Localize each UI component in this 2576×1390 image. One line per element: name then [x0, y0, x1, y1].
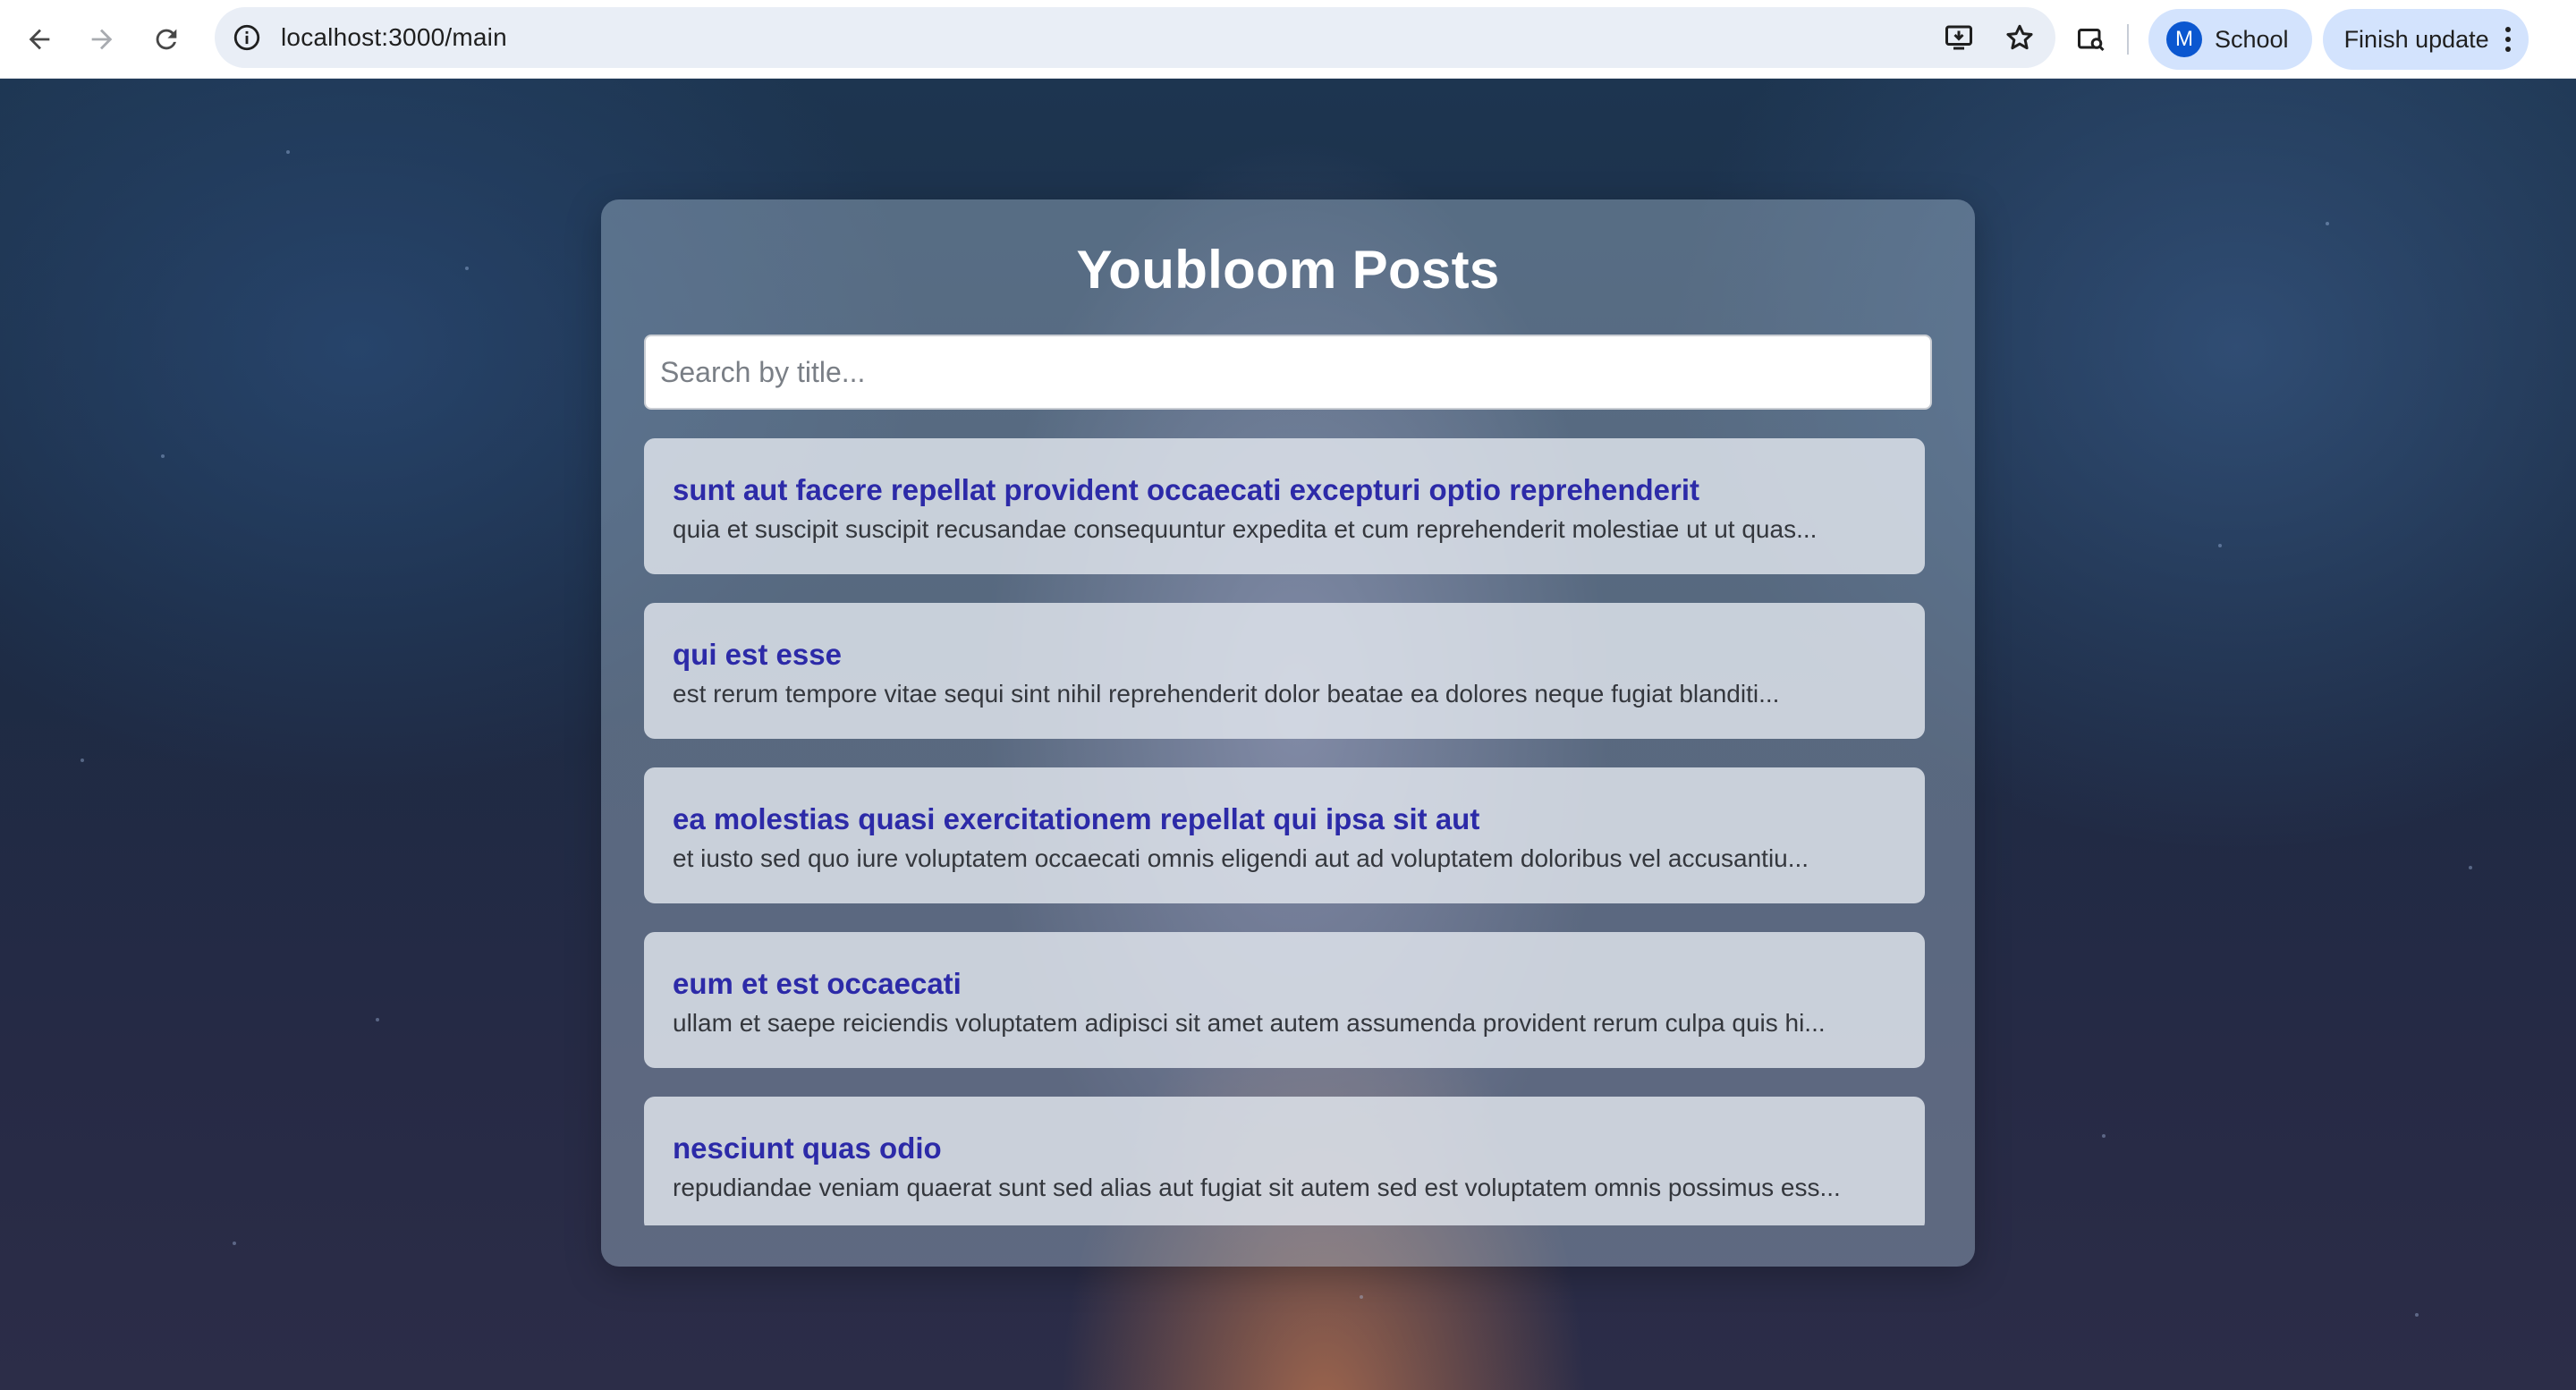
toolbar-actions: M School Finish update	[2066, 0, 2529, 79]
reload-button[interactable]	[134, 7, 199, 72]
kebab-menu-icon	[2504, 27, 2511, 52]
post-excerpt: est rerum tempore vitae sequi sint nihil…	[673, 680, 1780, 708]
post-card[interactable]: qui est esse est rerum tempore vitae seq…	[644, 603, 1925, 739]
browser-toolbar: localhost:3000/main M School Finish upda…	[0, 0, 2576, 79]
post-excerpt: repudiandae veniam quaerat sunt sed alia…	[673, 1174, 1841, 1201]
url-text[interactable]: localhost:3000/main	[281, 23, 507, 52]
post-excerpt: ullam et saepe reiciendis voluptatem adi…	[673, 1009, 1826, 1037]
avatar: M	[2166, 21, 2202, 57]
post-card[interactable]: ea molestias quasi exercitationem repell…	[644, 767, 1925, 903]
page-title: Youbloom Posts	[1076, 240, 1500, 300]
profile-name: School	[2215, 25, 2289, 53]
post-card[interactable]: sunt aut facere repellat provident occae…	[644, 438, 1925, 574]
star-icon[interactable]	[2002, 20, 2038, 55]
arrow-right-icon	[91, 29, 113, 50]
post-list: sunt aut facere repellat provident occae…	[644, 438, 1925, 1225]
post-title[interactable]: nesciunt quas odio	[673, 1131, 1896, 1166]
post-card[interactable]: eum et est occaecati ullam et saepe reic…	[644, 932, 1925, 1068]
post-title[interactable]: sunt aut facere repellat provident occae…	[673, 472, 1896, 508]
info-icon[interactable]	[231, 21, 263, 54]
forward-button[interactable]	[70, 7, 134, 72]
search-input[interactable]	[644, 335, 1932, 410]
reload-icon	[156, 29, 177, 50]
install-app-icon[interactable]	[1941, 20, 1977, 55]
arrow-left-icon	[29, 29, 50, 50]
post-card[interactable]: nesciunt quas odio repudiandae veniam qu…	[644, 1097, 1925, 1225]
finish-update-button[interactable]: Finish update	[2322, 9, 2529, 70]
post-title[interactable]: eum et est occaecati	[673, 966, 1896, 1002]
tab-search-icon[interactable]	[2066, 14, 2116, 64]
posts-panel: Youbloom Posts sunt aut facere repellat …	[601, 199, 1975, 1267]
finish-update-label: Finish update	[2343, 25, 2489, 53]
post-title[interactable]: qui est esse	[673, 637, 1896, 673]
post-excerpt: quia et suscipit suscipit recusandae con…	[673, 515, 1818, 543]
toolbar-divider	[2127, 24, 2129, 55]
profile-button[interactable]: M School	[2148, 9, 2312, 70]
post-excerpt: et iusto sed quo iure voluptatem occaeca…	[673, 844, 1809, 872]
page-viewport: Youbloom Posts sunt aut facere repellat …	[0, 79, 2576, 1390]
address-bar[interactable]: localhost:3000/main	[215, 7, 2055, 68]
back-button[interactable]	[7, 7, 72, 72]
post-title[interactable]: ea molestias quasi exercitationem repell…	[673, 801, 1896, 837]
